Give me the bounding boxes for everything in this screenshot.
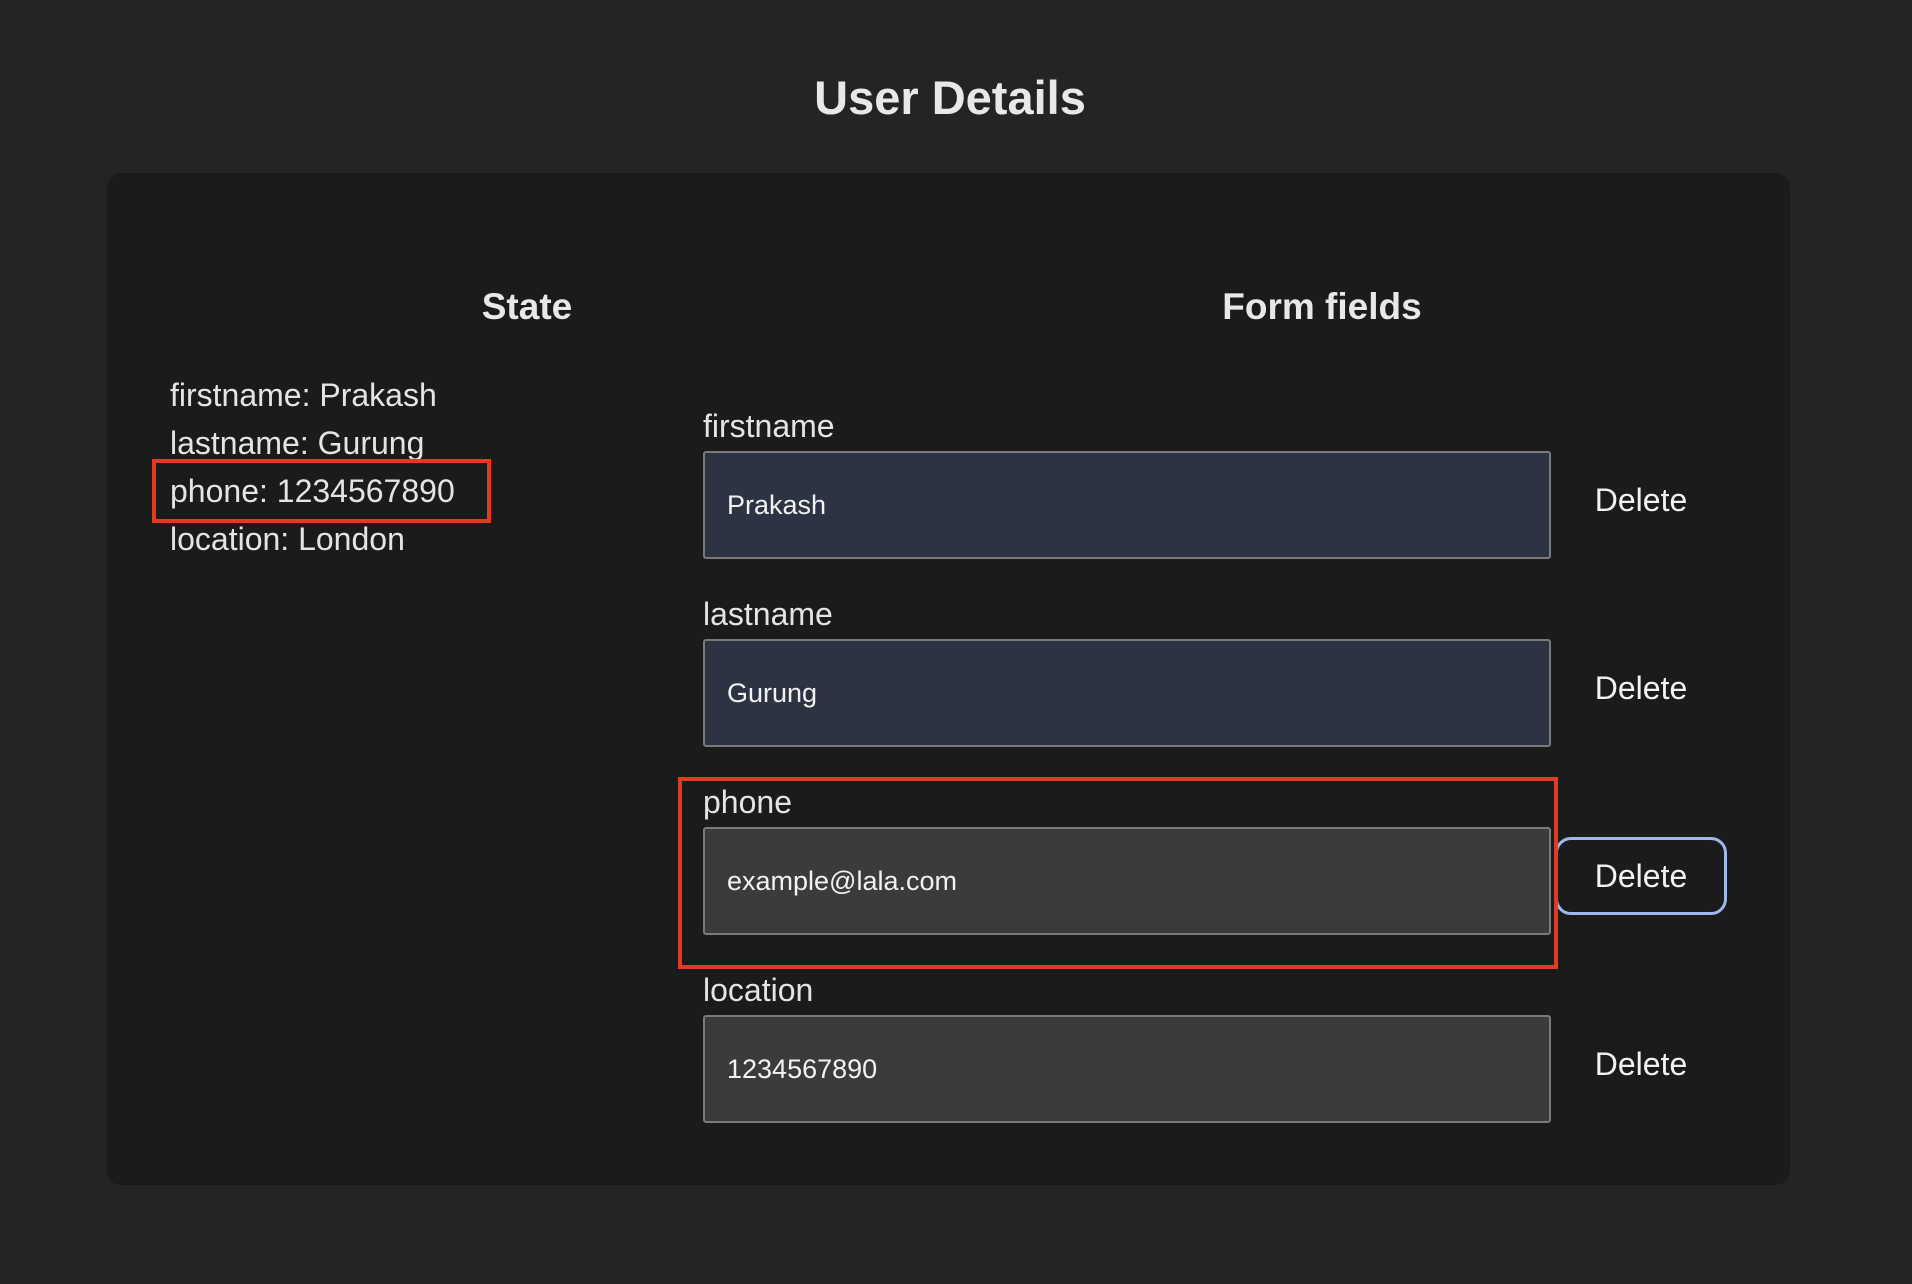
lastname-label: lastname bbox=[703, 596, 833, 632]
location-input[interactable] bbox=[703, 1015, 1551, 1123]
field-group-lastname: lastname bbox=[703, 595, 1563, 747]
phone-field-highlight bbox=[678, 777, 1558, 969]
delete-location-button[interactable]: Delete bbox=[1555, 1025, 1727, 1103]
firstname-label: firstname bbox=[703, 408, 835, 444]
lastname-input[interactable] bbox=[703, 639, 1551, 747]
delete-phone-button[interactable]: Delete bbox=[1555, 837, 1727, 915]
state-row-firstname: firstname: Prakash bbox=[170, 377, 437, 413]
form-fields-heading: Form fields bbox=[1222, 286, 1422, 327]
delete-lastname-button[interactable]: Delete bbox=[1555, 649, 1727, 727]
firstname-input[interactable] bbox=[703, 451, 1551, 559]
state-heading: State bbox=[481, 286, 573, 327]
location-label: location bbox=[703, 972, 814, 1008]
field-group-firstname: firstname bbox=[703, 407, 1563, 559]
delete-firstname-button[interactable]: Delete bbox=[1555, 461, 1727, 539]
field-group-location: location bbox=[703, 971, 1563, 1123]
user-details-panel: State Form fields firstname: Prakash las… bbox=[107, 173, 1790, 1185]
page-title: User Details bbox=[814, 71, 1086, 124]
state-phone-highlight bbox=[152, 459, 491, 523]
